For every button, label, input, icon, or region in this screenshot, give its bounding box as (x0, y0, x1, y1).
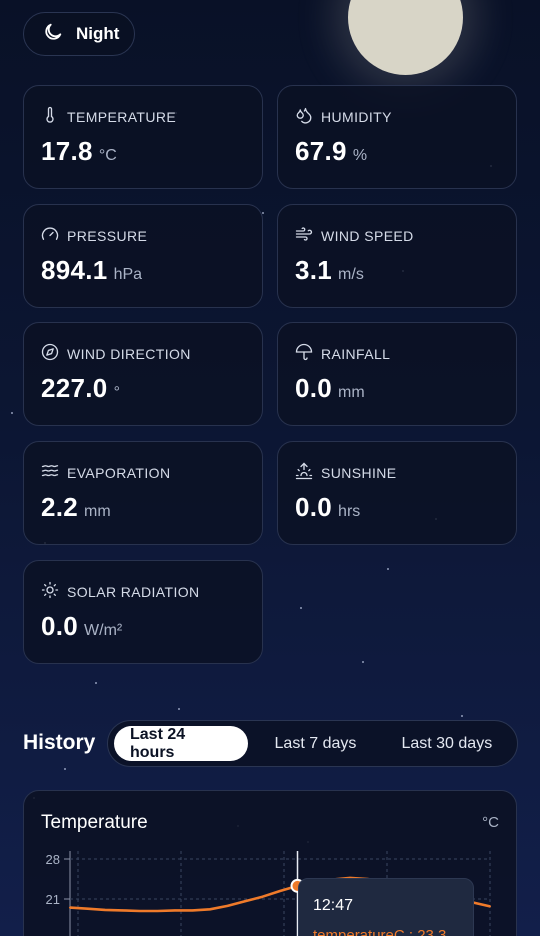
sunrise-icon (295, 462, 313, 483)
metric-unit: mm (84, 503, 111, 520)
range-button-30d[interactable]: Last 30 days (383, 726, 511, 761)
metric-unit: W/m² (84, 622, 123, 639)
data-point (174, 909, 176, 912)
metric-label: HUMIDITY (321, 108, 392, 125)
data-point (489, 905, 491, 908)
metric-unit: hPa (113, 266, 143, 283)
metric-card-wind-speed: WIND SPEED 3.1 m/s (277, 204, 517, 308)
y-tick-label: 21 (46, 892, 60, 907)
umbrella-icon (295, 343, 313, 364)
y-tick-label: 28 (46, 852, 60, 867)
gauge-icon (41, 225, 59, 246)
metric-unit: mm (338, 384, 365, 401)
data-point (244, 900, 246, 903)
metric-label: RAINFALL (321, 345, 391, 362)
metric-card-solar-radiation: SOLAR RADIATION 0.0 W/m² (23, 560, 263, 664)
data-point (209, 908, 211, 911)
data-point (226, 904, 229, 907)
metric-unit: hrs (338, 503, 361, 520)
droplets-icon (295, 106, 313, 127)
metric-card-evaporation: EVAPORATION 2.2 mm (23, 441, 263, 545)
metric-value: 0.0 (41, 611, 79, 641)
thermometer-icon (41, 106, 59, 127)
compass-icon (41, 343, 59, 364)
history-title: History (23, 731, 96, 754)
metric-label: PRESSURE (67, 227, 148, 244)
metric-label: WIND DIRECTION (67, 345, 191, 362)
metric-value: 3.1 (295, 255, 333, 285)
data-point (69, 906, 71, 909)
history-range-selector: Last 24 hours Last 7 days Last 30 days (107, 720, 518, 767)
metric-value: 17.8 (41, 136, 93, 166)
data-point (279, 890, 281, 892)
range-button-24h[interactable]: Last 24 hours (114, 726, 249, 761)
metric-unit: m/s (338, 266, 364, 283)
metric-label: EVAPORATION (67, 464, 171, 481)
metric-value: 2.2 (41, 492, 79, 522)
metric-value: 67.9 (295, 136, 347, 166)
metric-value: 0.0 (295, 373, 333, 403)
metric-card-sunshine: SUNSHINE 0.0 hrs (277, 441, 517, 545)
metric-label: SOLAR RADIATION (67, 583, 200, 600)
data-point (156, 910, 159, 912)
moon-icon (42, 21, 64, 48)
mode-label: Night (76, 24, 120, 43)
data-point (86, 907, 89, 910)
wind-icon (295, 225, 313, 246)
metric-value: 227.0 (41, 373, 108, 403)
data-point (104, 908, 106, 911)
metric-label: TEMPERATURE (67, 108, 177, 125)
range-button-7d[interactable]: Last 7 days (254, 726, 376, 761)
night-mode-toggle[interactable]: Night (23, 12, 135, 56)
data-point (139, 910, 141, 912)
data-point (261, 895, 264, 898)
metric-card-temperature: TEMPERATURE 17.8 °C (23, 85, 263, 189)
metric-card-humidity: HUMIDITY 67.9% (277, 85, 517, 189)
moon-decoration (348, 0, 463, 75)
metric-unit: ° (113, 384, 120, 401)
sun-icon (41, 581, 59, 602)
metric-label: SUNSHINE (321, 464, 397, 481)
metric-card-rainfall: RAINFALL 0.0 mm (277, 322, 517, 426)
waves-icon (41, 462, 59, 483)
tooltip-time: 12:47 (313, 897, 354, 914)
metric-card-pressure: PRESSURE 894.1 hPa (23, 204, 263, 308)
data-point (121, 909, 124, 912)
chart-tooltip: 12:47 temperatureC : 23.3 (298, 878, 474, 936)
metric-unit: % (352, 147, 368, 164)
tooltip-value: temperatureC : 23.3 (313, 927, 447, 936)
metric-unit: °C (98, 147, 117, 164)
metric-card-wind-direction: WIND DIRECTION 227.0 ° (23, 322, 263, 426)
metric-label: WIND SPEED (321, 227, 414, 244)
data-point (191, 909, 194, 912)
metric-value: 894.1 (41, 255, 108, 285)
metric-value: 0.0 (295, 492, 333, 522)
